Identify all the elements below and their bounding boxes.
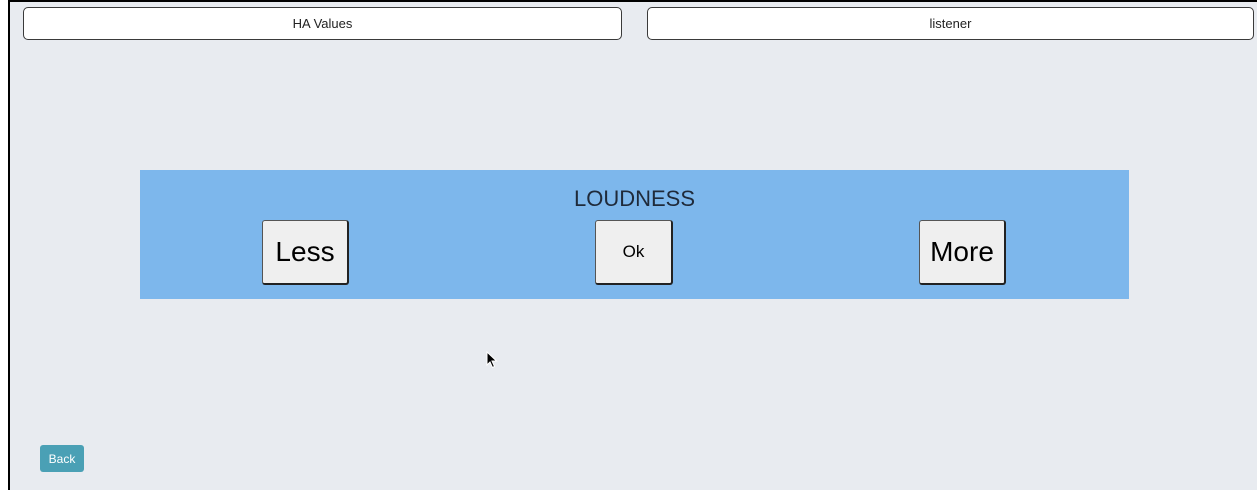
ok-button[interactable]: Ok <box>595 220 673 285</box>
mouse-pointer-icon <box>486 351 498 369</box>
ha-values-button[interactable]: HA Values <box>23 7 622 40</box>
back-button[interactable]: Back <box>40 445 84 472</box>
more-button[interactable]: More <box>919 220 1006 285</box>
app-frame: HA Values listener LOUDNESS Less Ok More… <box>8 0 1257 490</box>
loudness-panel: LOUDNESS Less Ok More <box>140 170 1129 299</box>
loudness-title: LOUDNESS <box>573 186 696 211</box>
listener-button[interactable]: listener <box>647 7 1254 40</box>
less-button[interactable]: Less <box>262 220 349 285</box>
